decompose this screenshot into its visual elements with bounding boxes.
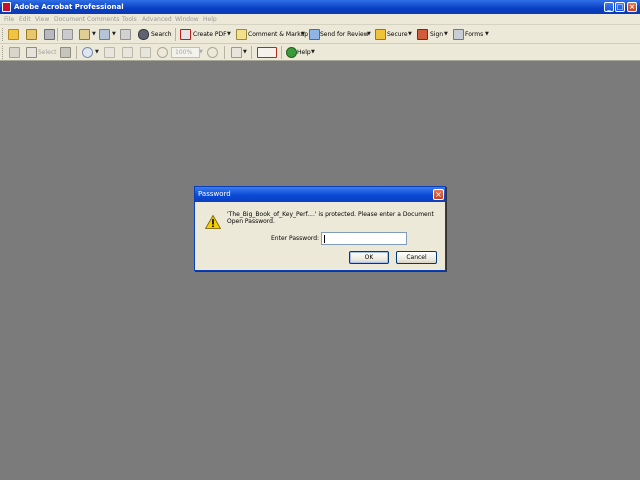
window-title: Adobe Acrobat Professional bbox=[14, 3, 124, 11]
warning-icon bbox=[205, 215, 221, 229]
open-folder-icon[interactable] bbox=[8, 29, 19, 40]
send-review-icon[interactable] bbox=[309, 29, 320, 40]
comment-note-icon[interactable] bbox=[236, 29, 247, 40]
secondary-toolbar: Select ▼ 100% ▼ ▼ Help ▼ bbox=[0, 44, 640, 61]
acrobat-app-icon bbox=[2, 2, 11, 12]
snapshot-icon[interactable] bbox=[60, 47, 71, 58]
help-icon[interactable] bbox=[286, 47, 297, 58]
dialog-message: 'The_Big_Book_of_Key_Perf....' is protec… bbox=[227, 211, 434, 225]
attach-icon[interactable] bbox=[99, 29, 110, 40]
close-window-button[interactable]: × bbox=[627, 2, 637, 12]
toolbar-grip[interactable] bbox=[2, 28, 4, 41]
menu-tools[interactable]: Tools bbox=[122, 15, 137, 24]
select-cursor-icon[interactable] bbox=[26, 47, 37, 58]
sign-button[interactable]: Sign bbox=[430, 31, 443, 39]
yahoo-toolbar-icon[interactable] bbox=[257, 47, 277, 58]
fit-width-icon[interactable] bbox=[140, 47, 151, 58]
menu-document[interactable]: Document bbox=[54, 15, 85, 24]
maximize-button[interactable]: □ bbox=[615, 2, 625, 12]
title-bar: Adobe Acrobat Professional _ □ × bbox=[0, 0, 640, 14]
menu-bar: File Edit View Document Comments Tools A… bbox=[0, 14, 640, 25]
binoculars-icon[interactable] bbox=[138, 29, 149, 40]
menu-window[interactable]: Window bbox=[175, 15, 199, 24]
menu-help[interactable]: Help bbox=[203, 15, 217, 24]
zoom-in-icon[interactable] bbox=[82, 47, 93, 58]
fit-page-icon[interactable] bbox=[122, 47, 133, 58]
secure-button[interactable]: Secure bbox=[387, 31, 408, 39]
main-toolbar: ▼ ▼ Search Create PDF ▼ Comment & Markup… bbox=[0, 25, 640, 44]
dialog-title: Password bbox=[195, 187, 445, 202]
create-pdf-button[interactable]: Create PDF bbox=[193, 31, 227, 39]
password-input[interactable] bbox=[321, 232, 407, 245]
send-for-review-button[interactable]: Send for Review bbox=[320, 31, 369, 39]
minimize-button[interactable]: _ bbox=[604, 2, 614, 12]
email-dropdown-arrow[interactable]: ▼ bbox=[92, 31, 96, 37]
menu-file[interactable]: File bbox=[4, 15, 14, 24]
print-icon[interactable] bbox=[62, 29, 73, 40]
select-button[interactable]: Select bbox=[38, 49, 57, 57]
cancel-button[interactable]: Cancel bbox=[396, 251, 437, 264]
organizer-icon[interactable] bbox=[26, 29, 37, 40]
dialog-close-button[interactable]: × bbox=[433, 189, 444, 200]
email-icon[interactable] bbox=[79, 29, 90, 40]
comment-markup-button[interactable]: Comment & Markup bbox=[248, 31, 308, 39]
text-caret bbox=[324, 235, 325, 243]
menu-advanced[interactable]: Advanced bbox=[142, 15, 172, 24]
save-icon[interactable] bbox=[44, 29, 55, 40]
menu-edit[interactable]: Edit bbox=[19, 15, 31, 24]
password-label: Enter Password: bbox=[271, 235, 320, 242]
ok-button[interactable]: OK bbox=[349, 251, 389, 264]
forms-button[interactable]: Forms bbox=[465, 31, 483, 39]
zoom-level-field[interactable]: 100% bbox=[171, 47, 200, 58]
menu-view[interactable]: View bbox=[35, 15, 49, 24]
menu-comments[interactable]: Comments bbox=[87, 15, 120, 24]
create-pdf-icon[interactable] bbox=[180, 29, 191, 40]
document-workspace bbox=[0, 62, 640, 480]
lock-icon[interactable] bbox=[375, 29, 386, 40]
hand-tool-icon[interactable] bbox=[9, 47, 20, 58]
actual-size-icon[interactable] bbox=[104, 47, 115, 58]
pen-sign-icon[interactable] bbox=[417, 29, 428, 40]
rotate-view-icon[interactable] bbox=[231, 47, 242, 58]
print-preview-icon[interactable] bbox=[120, 29, 131, 40]
help-button[interactable]: Help bbox=[297, 49, 311, 57]
password-dialog: Password × 'The_Big_Book_of_Key_Perf....… bbox=[194, 186, 446, 271]
zoom-in-plus-icon[interactable] bbox=[207, 47, 218, 58]
zoom-out-icon[interactable] bbox=[157, 47, 168, 58]
forms-icon[interactable] bbox=[453, 29, 464, 40]
search-button[interactable]: Search bbox=[151, 31, 172, 39]
